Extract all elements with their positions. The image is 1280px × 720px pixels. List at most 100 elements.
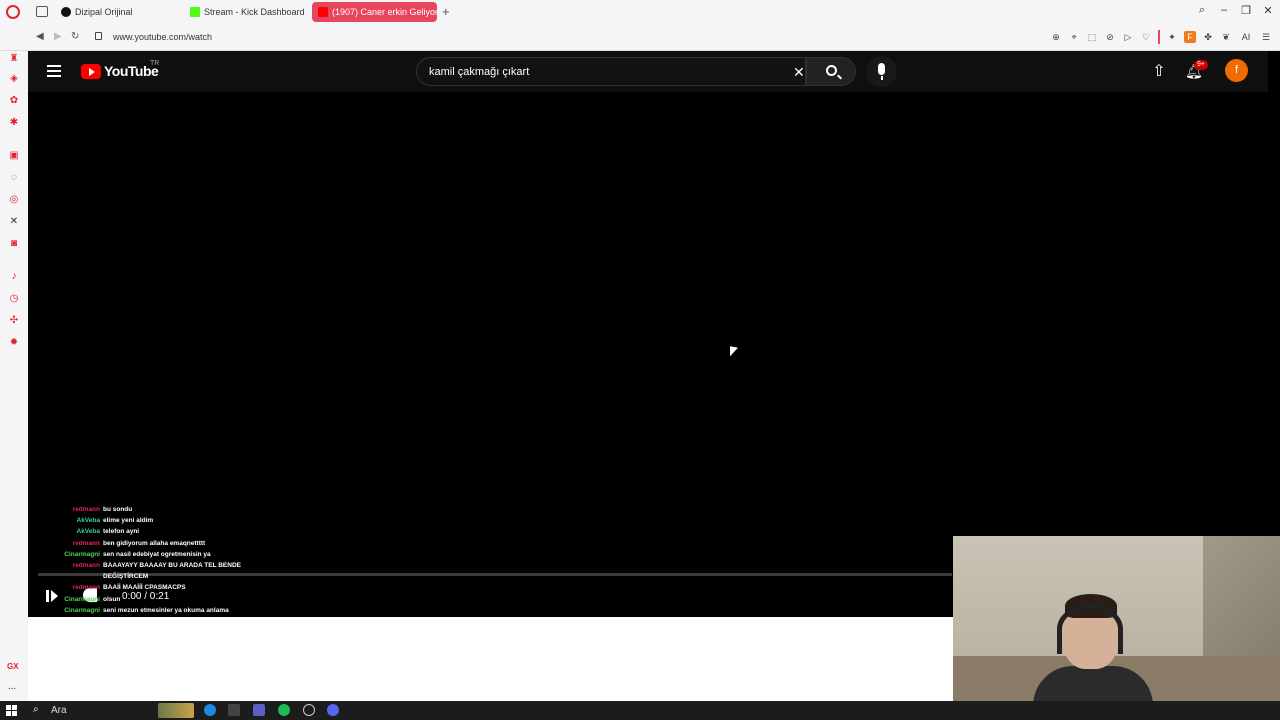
upload-icon[interactable]: ⇧ — [1152, 63, 1166, 80]
opera-sidebar: ♜ ◈ ✿ ✱ ▣ ◌ ◎ ✕ ◙ ♪ ◷ ✣ ✹ GX ... — [0, 51, 28, 701]
search-icon — [826, 65, 837, 76]
voice-search-button[interactable] — [866, 56, 897, 87]
search-value: kamil çakmağı çıkart — [429, 66, 530, 78]
chat-message: redmann BAAİİ MAAİİİ CPASMACPS — [40, 582, 270, 593]
sidebar-instagram-icon[interactable]: ◎ — [8, 194, 20, 206]
chat-message: redmann bu sondu — [40, 504, 270, 515]
stream-chat-overlay: redmann bu sondu AkVeba elime yeni aldim AkV… — [40, 504, 270, 616]
search-button[interactable] — [806, 57, 856, 86]
widgets-icon[interactable] — [158, 703, 194, 718]
url-field[interactable]: www.youtube.com/watch — [113, 32, 212, 42]
sidebar-mods-icon[interactable]: ✱ — [8, 117, 20, 129]
lock-icon[interactable] — [95, 32, 102, 40]
spotify-icon[interactable] — [278, 704, 290, 716]
address-bar: ◀ ▶ ↻ www.youtube.com/watch ⊕ ⌖ ⬚ ⊘ ▷ ♡ … — [0, 24, 1280, 51]
menu-icon[interactable] — [47, 65, 61, 77]
extension-puzzle-icon[interactable]: ✤ — [1202, 31, 1214, 43]
chat-text: ben gidiyorum allaha emaqnettttt — [103, 539, 206, 547]
close-icon[interactable]: ✕ — [1262, 4, 1274, 17]
notification-badge: 9+ — [1194, 60, 1208, 70]
chat-username: redmann — [72, 506, 100, 513]
clear-search-icon[interactable]: ✕ — [793, 64, 805, 81]
teams-icon[interactable] — [253, 704, 265, 716]
chat-text: BAAAYAYY BAAAAY BU ARADA TEL BENDE — [103, 562, 241, 570]
taskbar-search-label[interactable]: Ara — [51, 705, 67, 716]
chat-message: Cinarmagni olsun — [40, 594, 270, 605]
tab-youtube-active[interactable]: (1907) Caner erkin Geliyor — [312, 2, 437, 22]
sidebar-extensions-icon[interactable]: ✣ — [8, 315, 20, 327]
extension-cat-icon[interactable]: ✦ — [1166, 31, 1178, 43]
search-input[interactable]: kamil çakmağı çıkart ✕ — [416, 57, 806, 86]
dizipal-favicon-icon — [61, 7, 71, 17]
chat-message: DEĞİŞTİRCEM — [40, 571, 270, 582]
youtube-header: YouTube TR kamil çakmağı çıkart ✕ ⇧ 🔔︎ 9… — [28, 51, 1268, 92]
youtube-logo[interactable]: YouTube — [81, 63, 159, 79]
sidebar-discord-icon[interactable]: ◙ — [8, 238, 20, 250]
taskbar-search-icon[interactable]: ⌕ — [33, 704, 39, 715]
tab-label: Stream - Kick Dashboard — [204, 7, 305, 17]
adblock-icon[interactable]: ⊘ — [1104, 31, 1116, 43]
mouse-cursor-icon — [730, 346, 738, 358]
extensions-row: ⊕ ⌖ ⬚ ⊘ ▷ ♡ ✦ F ✤ ❦ AI ☰ — [1050, 30, 1272, 44]
chat-text: sen nasil edebiyat ogretmenisin ya — [103, 550, 211, 558]
sidebar-whatsapp-icon[interactable]: ◌ — [8, 172, 20, 184]
tab-kick-dashboard[interactable]: Stream - Kick Dashboard — [184, 2, 309, 22]
forward-icon[interactable]: ▶ — [54, 31, 62, 42]
chat-message: AkVeba elime yeni aldim — [40, 515, 270, 526]
chat-message: Cinarmagni seni mezun etmesinler ya okuma… — [40, 605, 270, 616]
chat-username: redmann — [72, 539, 100, 547]
easy-setup-icon[interactable]: ☰ — [1260, 31, 1272, 43]
search-tabs-icon[interactable]: ⌕ — [1196, 4, 1208, 17]
kick-favicon-icon — [190, 7, 200, 17]
new-tab-button[interactable]: + — [442, 4, 450, 19]
zoom-icon[interactable]: ⊕ — [1050, 31, 1062, 43]
aria-ai-button[interactable]: AI — [1238, 31, 1254, 43]
chat-text: DEĞİŞTİRCEM — [103, 573, 149, 581]
sidebar-music-icon[interactable]: ♪ — [8, 271, 20, 283]
extension-leaf-icon[interactable]: ❦ — [1220, 31, 1232, 43]
sidebar-gx-label[interactable]: GX — [7, 662, 19, 671]
chrome-icon[interactable] — [303, 704, 315, 716]
extension-f-icon[interactable]: F — [1184, 31, 1196, 43]
reload-icon[interactable]: ↻ — [71, 31, 79, 42]
back-icon[interactable]: ◀ — [36, 31, 44, 42]
chat-text: seni mezun etmesinler ya okuma anlama — [103, 606, 229, 614]
chat-text: BAAİİ MAAİİİ CPASMACPS — [103, 584, 186, 592]
restore-icon[interactable]: ❐ — [1240, 4, 1252, 17]
browser-tab-bar: Dizipal Orijinal Stream - Kick Dashboard… — [0, 0, 1280, 24]
chat-username: Cinarmagni — [64, 595, 100, 603]
tab-islands-icon[interactable] — [36, 6, 48, 17]
sidebar-history-icon[interactable]: ◷ — [8, 293, 20, 305]
discord-icon[interactable] — [327, 704, 339, 716]
minimize-icon[interactable]: – — [1218, 4, 1230, 17]
below-video-area — [28, 617, 953, 701]
youtube-play-logo-icon — [81, 63, 101, 79]
sidebar-x-icon[interactable]: ✕ — [8, 216, 20, 228]
chat-username — [40, 571, 100, 582]
chat-text: elime yeni aldim — [103, 517, 154, 525]
region-label: TR — [150, 60, 160, 67]
tab-dizipal[interactable]: Dizipal Orijinal — [55, 2, 180, 22]
edge-icon[interactable] — [204, 704, 216, 716]
heart-icon[interactable]: ♡ — [1140, 31, 1152, 43]
youtube-favicon-icon — [318, 7, 328, 17]
opera-taskbar-icon[interactable] — [228, 704, 240, 716]
chat-username: redmann — [72, 562, 100, 570]
avatar[interactable]: f — [1225, 59, 1248, 82]
window-controls: ⌕ – ❐ ✕ — [1196, 4, 1274, 17]
sidebar-twitch-icon[interactable]: ▣ — [8, 150, 20, 162]
sidebar-settings-icon[interactable]: ✹ — [8, 337, 20, 349]
sidebar-shop-icon[interactable]: ✿ — [8, 95, 20, 107]
chat-username: AkVeba — [76, 528, 101, 536]
player-icon[interactable]: ▷ — [1122, 31, 1134, 43]
sidebar-navigation-icon[interactable]: ◈ — [8, 73, 20, 85]
opera-logo-icon[interactable] — [6, 5, 20, 19]
chat-username: redmann — [72, 584, 100, 592]
sidebar-home-icon[interactable]: ♜ — [8, 53, 20, 65]
microphone-icon — [878, 63, 885, 75]
snapshot-icon[interactable]: ⬚ — [1086, 31, 1098, 43]
pin-icon[interactable]: ⌖ — [1068, 31, 1080, 43]
windows-start-icon[interactable] — [6, 705, 17, 716]
divider — [1158, 30, 1160, 44]
sidebar-more-icon[interactable]: ... — [8, 681, 16, 692]
